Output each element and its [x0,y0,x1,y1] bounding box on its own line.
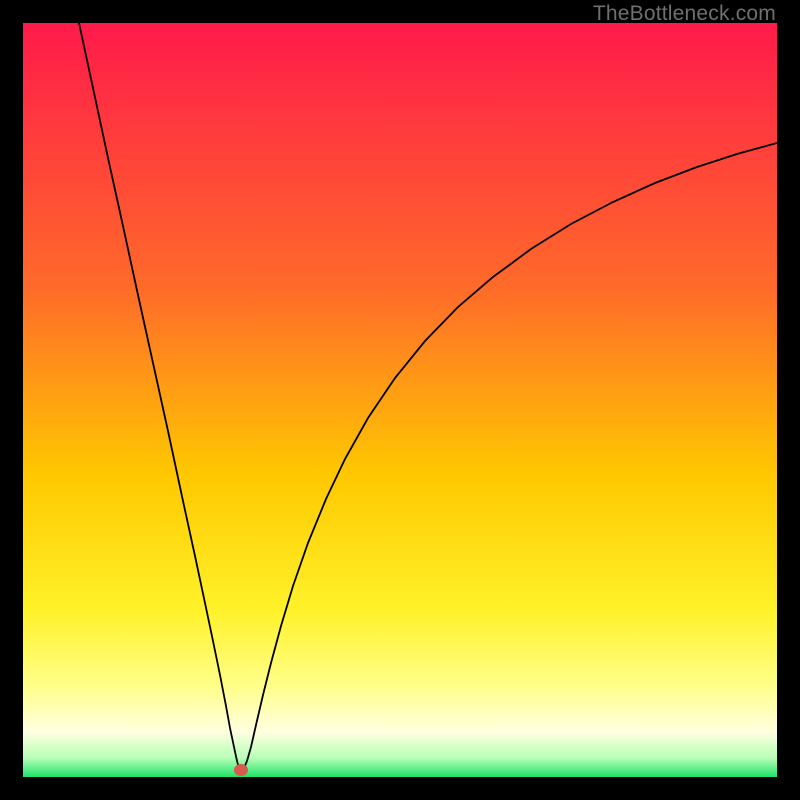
gradient-background [23,23,777,777]
plot-frame [23,23,777,777]
bottleneck-chart [23,23,777,777]
watermark-text: TheBottleneck.com [593,2,776,26]
marker-dot [234,764,248,776]
